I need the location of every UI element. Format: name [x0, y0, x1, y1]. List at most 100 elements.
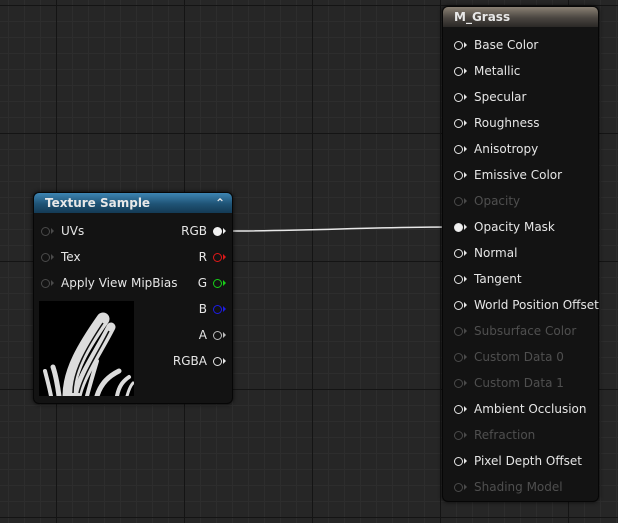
pin-arrow-icon — [464, 94, 467, 100]
pin-circle-icon[interactable] — [213, 356, 222, 366]
pin-label: Opacity — [474, 194, 521, 208]
pin-arrow-icon — [464, 328, 467, 334]
pin-arrow-icon — [464, 458, 467, 464]
input-pin-pixel-depth-offset[interactable]: Pixel Depth Offset — [454, 451, 582, 471]
material-node-title[interactable]: M_Grass — [443, 7, 598, 27]
input-pin-emissive-color[interactable]: Emissive Color — [454, 165, 562, 185]
pin-label: Ambient Occlusion — [474, 402, 587, 416]
wire-rgb-to-opacity-mask[interactable] — [223, 226, 457, 232]
input-pin-shading-model[interactable]: Shading Model — [454, 477, 563, 497]
pin-label: Roughness — [474, 116, 540, 130]
pin-circle-icon[interactable] — [454, 118, 463, 128]
input-pin-apply-view-mipbias[interactable]: Apply View MipBias — [41, 273, 177, 293]
pin-arrow-icon — [464, 198, 467, 204]
pin-circle-icon[interactable] — [454, 274, 463, 284]
pin-label: Tangent — [474, 272, 522, 286]
pin-circle-icon[interactable] — [213, 252, 222, 262]
input-pin-anisotropy[interactable]: Anisotropy — [454, 139, 538, 159]
input-pin-custom-data-1[interactable]: Custom Data 1 — [454, 373, 564, 393]
texture-sample-node[interactable]: Texture Sample ⌃ UVs Tex Apply View MipBia… — [33, 192, 233, 404]
pin-arrow-icon — [223, 254, 226, 260]
pin-circle-icon[interactable] — [454, 144, 463, 154]
input-pin-opacity-mask[interactable]: Opacity Mask — [454, 217, 555, 237]
pin-label: RGBA — [172, 354, 207, 368]
pin-label: Specular — [474, 90, 527, 104]
material-graph-canvas[interactable]: M_Grass Base Color Metallic Specular Roughn… — [0, 0, 618, 523]
pin-label: Custom Data 0 — [474, 350, 564, 364]
pin-circle-icon[interactable] — [454, 300, 463, 310]
pin-circle-icon[interactable] — [454, 248, 463, 258]
pin-circle-icon[interactable] — [454, 92, 463, 102]
pin-circle-icon[interactable] — [454, 378, 463, 388]
collapse-arrow-icon[interactable]: ⌃ — [215, 193, 225, 213]
pin-circle-icon[interactable] — [454, 352, 463, 362]
input-pin-opacity[interactable]: Opacity — [454, 191, 520, 211]
pin-arrow-icon — [464, 224, 467, 230]
pin-label: RGB — [181, 224, 207, 238]
input-pin-custom-data-0[interactable]: Custom Data 0 — [454, 347, 564, 367]
pin-label: Refraction — [474, 428, 536, 442]
pin-label: UVs — [61, 224, 85, 238]
pin-circle-icon[interactable] — [454, 40, 463, 50]
output-pin-b[interactable]: B — [199, 299, 226, 319]
input-pin-refraction[interactable]: Refraction — [454, 425, 535, 445]
pin-label: Base Color — [474, 38, 539, 52]
pin-arrow-icon — [464, 484, 467, 490]
pin-label: Normal — [474, 246, 518, 260]
texture-node-header[interactable]: Texture Sample ⌃ — [34, 193, 232, 213]
pin-circle-icon[interactable] — [454, 456, 463, 466]
output-pin-rgb[interactable]: RGB — [181, 221, 226, 241]
input-pin-roughness[interactable]: Roughness — [454, 113, 539, 133]
pin-circle-icon[interactable] — [213, 226, 222, 236]
pin-circle-icon[interactable] — [454, 196, 463, 206]
pin-circle-icon[interactable] — [41, 252, 50, 262]
pin-circle-icon[interactable] — [454, 404, 463, 414]
pin-arrow-icon — [464, 276, 467, 282]
input-pin-metallic[interactable]: Metallic — [454, 61, 520, 81]
input-pin-world-position-offset[interactable]: World Position Offset — [454, 295, 599, 315]
input-pin-specular[interactable]: Specular — [454, 87, 526, 107]
pin-circle-icon[interactable] — [213, 278, 222, 288]
pin-circle-icon[interactable] — [454, 66, 463, 76]
pin-arrow-icon — [464, 120, 467, 126]
input-pin-subsurface-color[interactable]: Subsurface Color — [454, 321, 576, 341]
pin-circle-icon[interactable] — [454, 170, 463, 180]
input-pin-uvs[interactable]: UVs — [41, 221, 84, 241]
pin-circle-icon[interactable] — [41, 226, 50, 236]
output-pin-r[interactable]: R — [199, 247, 226, 267]
input-pin-tex[interactable]: Tex — [41, 247, 81, 267]
input-pin-base-color[interactable]: Base Color — [454, 35, 538, 55]
input-pin-normal[interactable]: Normal — [454, 243, 517, 263]
pin-arrow-icon — [51, 228, 54, 234]
pin-circle-icon[interactable] — [454, 222, 463, 232]
pin-arrow-icon — [464, 302, 467, 308]
pin-circle-icon[interactable] — [454, 430, 463, 440]
pin-label: Custom Data 1 — [474, 376, 564, 390]
pin-circle-icon[interactable] — [454, 326, 463, 336]
pin-label: Tex — [61, 250, 81, 264]
input-pin-ambient-occlusion[interactable]: Ambient Occlusion — [454, 399, 586, 419]
pin-label: Emissive Color — [474, 168, 563, 182]
pin-circle-icon[interactable] — [213, 330, 222, 340]
pin-circle-icon[interactable] — [454, 482, 463, 492]
output-pin-a[interactable]: A — [199, 325, 226, 345]
output-pin-g[interactable]: G — [198, 273, 226, 293]
pin-circle-icon[interactable] — [213, 304, 222, 314]
pin-arrow-icon — [464, 42, 467, 48]
pin-label: Apply View MipBias — [61, 276, 178, 290]
pin-label: Pixel Depth Offset — [474, 454, 582, 468]
material-output-node[interactable]: M_Grass Base Color Metallic Specular Roughn… — [442, 6, 599, 502]
grass-texture-image — [39, 301, 134, 396]
pin-label: B — [198, 302, 207, 316]
pin-circle-icon[interactable] — [41, 278, 50, 288]
pin-arrow-icon — [223, 306, 226, 312]
input-pin-tangent[interactable]: Tangent — [454, 269, 522, 289]
output-pin-rgba[interactable]: RGBA — [173, 351, 226, 371]
texture-preview-thumbnail — [39, 301, 134, 396]
pin-arrow-icon — [51, 280, 54, 286]
pin-label: World Position Offset — [474, 298, 599, 312]
pin-label: A — [198, 328, 207, 342]
pin-arrow-icon — [464, 146, 467, 152]
pin-arrow-icon — [464, 354, 467, 360]
pin-label: Subsurface Color — [474, 324, 577, 338]
